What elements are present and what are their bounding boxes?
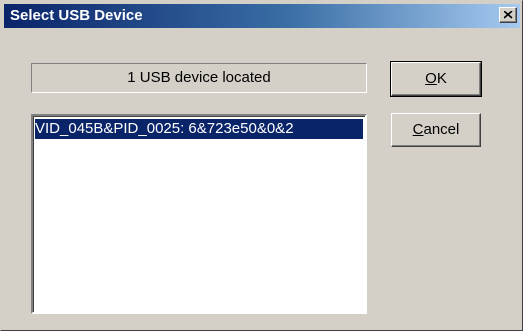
ok-button[interactable]: OK xyxy=(390,61,482,97)
list-item[interactable]: VID_045B&PID_0025: 6&723e50&0&2 xyxy=(35,119,363,139)
status-text: 1 USB device located xyxy=(127,69,271,86)
ok-label-rest: K xyxy=(436,70,447,87)
cancel-button[interactable]: Cancel xyxy=(391,113,481,147)
dialog-window: Select USB Device 1 USB device located V… xyxy=(0,0,523,331)
window-title: Select USB Device xyxy=(10,7,143,24)
list-item-label: VID_045B&PID_0025: 6&723e50&0&2 xyxy=(35,120,294,137)
status-panel: 1 USB device located xyxy=(31,63,367,93)
close-button[interactable] xyxy=(499,7,517,23)
ok-accelerator: O xyxy=(425,70,437,87)
close-icon xyxy=(504,11,513,19)
cancel-accelerator: C xyxy=(412,121,424,138)
title-bar[interactable]: Select USB Device xyxy=(4,4,520,28)
device-listbox[interactable]: VID_045B&PID_0025: 6&723e50&0&2 xyxy=(31,114,367,314)
cancel-label-rest: ancel xyxy=(423,121,460,138)
